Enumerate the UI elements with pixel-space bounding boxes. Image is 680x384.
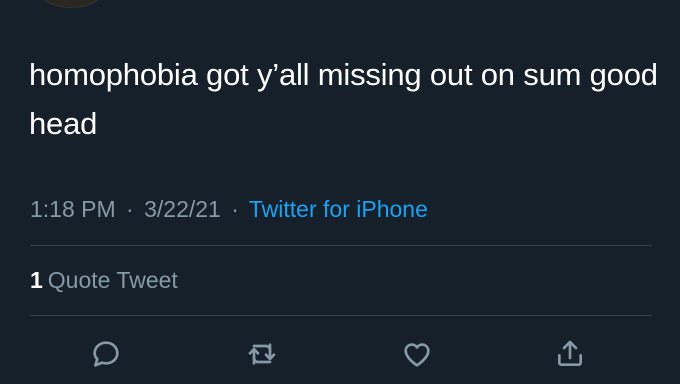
- like-button[interactable]: [399, 336, 435, 372]
- share-icon: [558, 340, 582, 366]
- reply-icon: [93, 341, 119, 367]
- meta-separator: ·: [231, 196, 239, 222]
- retweet-button[interactable]: [244, 336, 280, 372]
- reply-button[interactable]: [88, 336, 124, 372]
- retweet-icon: [248, 343, 276, 365]
- share-button[interactable]: [552, 336, 588, 372]
- tweet-date[interactable]: 3/22/21: [144, 196, 221, 222]
- quote-label: Quote Tweet: [47, 267, 178, 293]
- quote-count: 1: [30, 267, 43, 293]
- heart-icon: [404, 343, 430, 367]
- meta-separator: ·: [126, 196, 134, 222]
- quote-tweets-stat[interactable]: 1 Quote Tweet: [30, 267, 178, 294]
- tweet-metadata: 1:18 PM · 3/22/21 · Twitter for iPhone: [30, 196, 428, 223]
- tweet-time[interactable]: 1:18 PM: [30, 196, 116, 222]
- divider: [30, 315, 652, 316]
- divider: [30, 245, 652, 246]
- tweet-text: homophobia got y’all missing out on sum …: [29, 57, 658, 141]
- avatar[interactable]: [40, 0, 102, 8]
- tweet-source-link[interactable]: Twitter for iPhone: [249, 196, 428, 222]
